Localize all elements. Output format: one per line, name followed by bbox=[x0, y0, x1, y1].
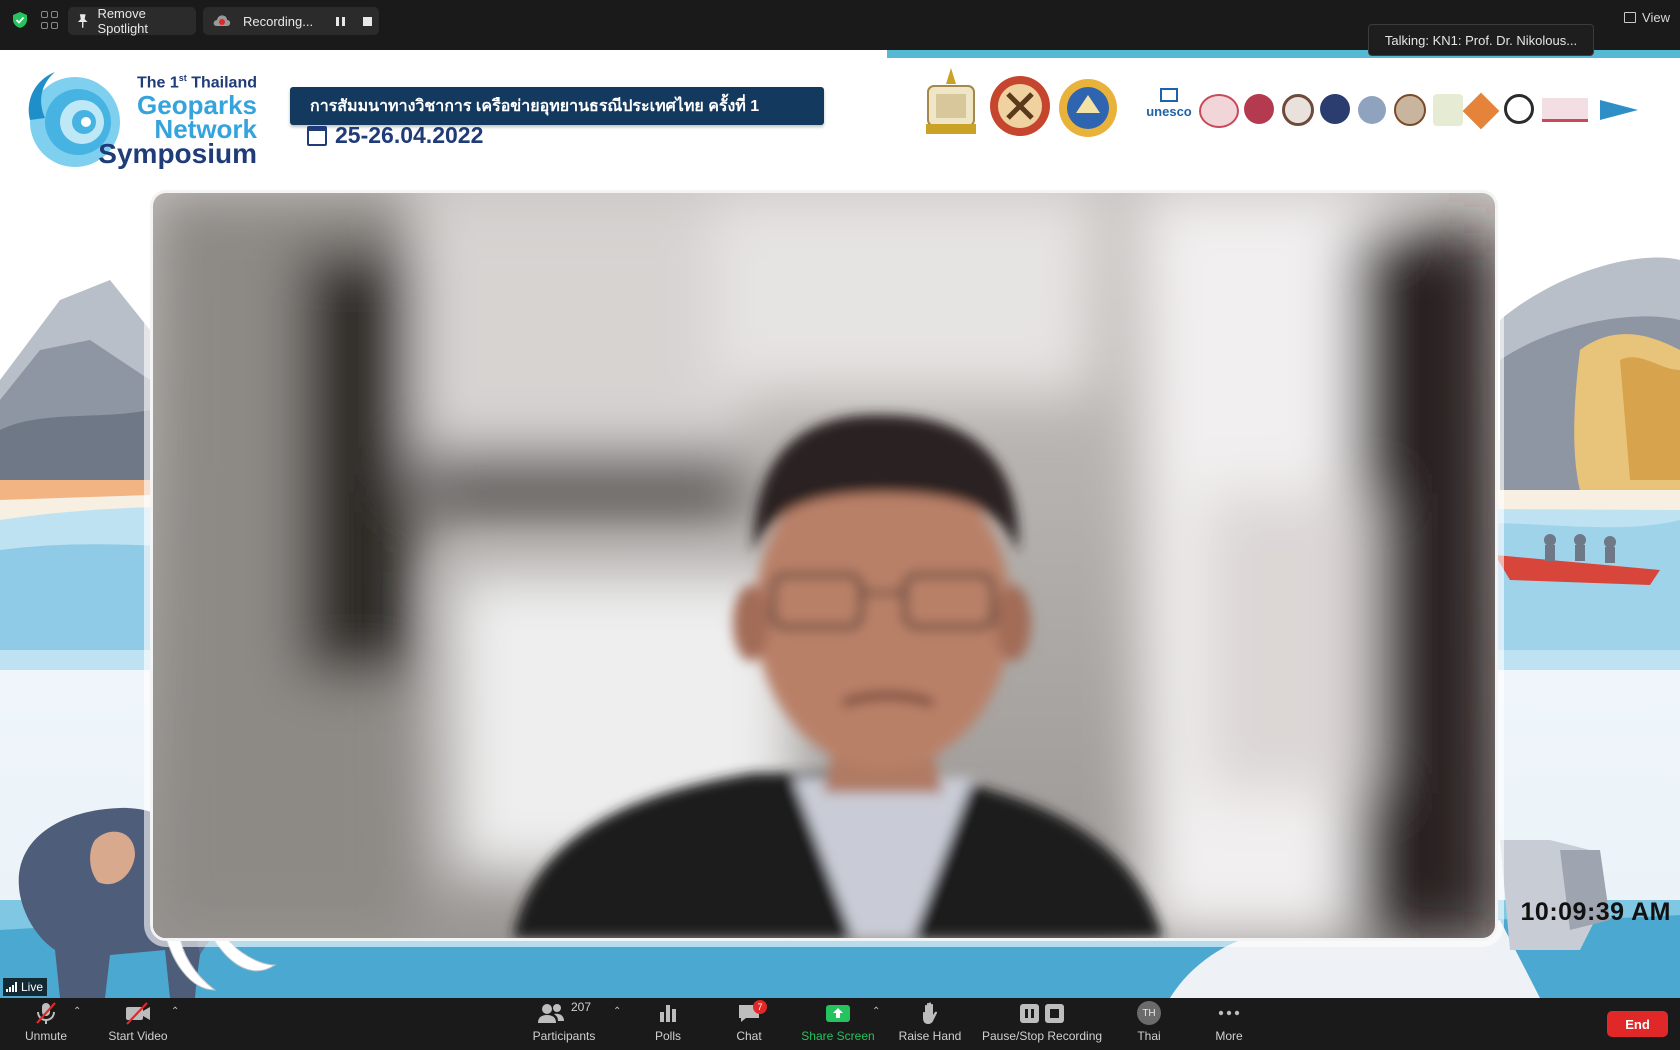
cloud-recording-icon bbox=[213, 15, 231, 26]
share-screen-arrow-icon bbox=[826, 1005, 850, 1022]
speaker-video[interactable] bbox=[150, 190, 1498, 941]
symposium-logo-text: The 1st Thailand Geoparks Network Sympos… bbox=[87, 74, 257, 168]
participants-options-chevron-icon[interactable]: ⌃ bbox=[613, 1006, 621, 1017]
more-ellipsis-icon bbox=[1218, 1010, 1240, 1016]
chat-label: Chat bbox=[736, 1029, 762, 1043]
participants-icon bbox=[537, 1004, 564, 1023]
pause-stop-recording-label: Pause/Stop Recording bbox=[981, 1029, 1103, 1043]
live-label: Live bbox=[21, 980, 44, 994]
chat-button[interactable]: 7 Chat bbox=[731, 998, 767, 1050]
live-indicator: Live bbox=[3, 978, 48, 996]
talking-indicator: Talking: KN1: Prof. Dr. Nikolous... bbox=[1368, 24, 1594, 56]
speaker-video-feed bbox=[153, 193, 1495, 938]
view-grid-icon bbox=[1624, 12, 1637, 23]
recording-label: Recording... bbox=[243, 13, 314, 29]
raise-hand-icon bbox=[923, 1002, 938, 1024]
participants-count: 207 bbox=[570, 1000, 592, 1014]
signal-strength-icon bbox=[6, 982, 17, 992]
shared-video-stage: The 1st Thailand Geoparks Network Sympos… bbox=[0, 50, 1680, 998]
language-avatar: TH bbox=[1137, 1001, 1161, 1025]
raise-hand-button[interactable]: Raise Hand bbox=[899, 998, 961, 1050]
audio-options-chevron-icon[interactable]: ⌃ bbox=[73, 1006, 81, 1017]
video-off-camera-icon bbox=[126, 1002, 150, 1025]
start-video-button[interactable]: Start Video bbox=[105, 998, 171, 1050]
event-clock: 10:09:39 AM bbox=[1520, 898, 1671, 926]
stop-icon bbox=[1045, 1003, 1064, 1023]
partner-logo-9 bbox=[1504, 94, 1534, 124]
polls-label: Polls bbox=[654, 1029, 681, 1043]
stop-recording-icon[interactable] bbox=[363, 17, 372, 26]
video-options-chevron-icon[interactable]: ⌃ bbox=[171, 1006, 179, 1017]
share-options-chevron-icon[interactable]: ⌃ bbox=[872, 1006, 880, 1017]
remove-spotlight-label: Remove Spotlight bbox=[97, 6, 149, 36]
partner-logo-3 bbox=[1282, 94, 1314, 126]
muted-microphone-icon bbox=[36, 1002, 56, 1024]
pause-icon bbox=[1020, 1003, 1039, 1023]
view-button[interactable]: View bbox=[1624, 10, 1670, 25]
gear-emblem-icon bbox=[990, 76, 1050, 136]
calendar-icon bbox=[307, 125, 327, 146]
unesco-text: unesco bbox=[1146, 104, 1192, 119]
participants-label: Participants bbox=[532, 1029, 596, 1043]
partner-logo-2 bbox=[1244, 94, 1274, 124]
pause-stop-recording-button[interactable]: Pause/Stop Recording bbox=[981, 998, 1103, 1050]
more-label: More bbox=[1215, 1029, 1243, 1043]
language-label: Thai bbox=[1137, 1029, 1161, 1043]
share-screen-label: Share Screen bbox=[801, 1029, 875, 1043]
polls-button[interactable]: Polls bbox=[650, 998, 686, 1050]
unesco-logo: unesco bbox=[1143, 88, 1195, 128]
pin-icon bbox=[77, 14, 88, 28]
more-button[interactable]: More bbox=[1211, 998, 1247, 1050]
unesco-temple-icon bbox=[1160, 88, 1178, 102]
partner-logo-7 bbox=[1433, 94, 1463, 126]
event-date: 25-26.04.2022 bbox=[307, 122, 483, 149]
encryption-shield-icon[interactable] bbox=[11, 11, 29, 29]
event-date-text: 25-26.04.2022 bbox=[335, 122, 484, 148]
raise-hand-label: Raise Hand bbox=[898, 1029, 962, 1043]
recording-status: Recording... bbox=[203, 7, 379, 35]
start-video-label: Start Video bbox=[108, 1029, 168, 1043]
participants-button[interactable]: 207 Participants bbox=[530, 998, 598, 1050]
meeting-controls-toolbar: Unmute ⌃ Start Video ⌃ 207 Participants … bbox=[0, 998, 1680, 1050]
partner-logo-6 bbox=[1394, 94, 1426, 126]
chat-unread-badge: 7 bbox=[753, 1000, 767, 1014]
partner-logo-1 bbox=[1199, 94, 1239, 128]
event-title-banner: การสัมมนาทางวิชาการ เครือข่ายอุทยานธรณีป… bbox=[290, 87, 824, 125]
seal-emblem-icon bbox=[1059, 79, 1117, 137]
view-label: View bbox=[1642, 10, 1670, 25]
crest-logo-icon bbox=[926, 68, 976, 134]
unmute-label: Unmute bbox=[24, 1029, 68, 1043]
end-meeting-button[interactable]: End bbox=[1607, 1011, 1668, 1037]
meeting-info-grid-icon[interactable] bbox=[41, 11, 59, 29]
unmute-button[interactable]: Unmute bbox=[22, 998, 70, 1050]
pause-recording-icon[interactable] bbox=[336, 17, 345, 26]
language-interpretation-button[interactable]: TH Thai bbox=[1132, 998, 1166, 1050]
logo-line4: Symposium bbox=[98, 138, 257, 170]
remove-spotlight-button[interactable]: Remove Spotlight bbox=[68, 6, 196, 36]
share-screen-button[interactable]: Share Screen bbox=[800, 998, 876, 1050]
partner-logo-4 bbox=[1320, 94, 1350, 124]
polls-bar-chart-icon bbox=[660, 1005, 676, 1022]
logo-line1: The 1st Thailand bbox=[136, 73, 257, 92]
partner-logo-5 bbox=[1358, 96, 1386, 124]
partner-logo-10 bbox=[1542, 98, 1588, 122]
